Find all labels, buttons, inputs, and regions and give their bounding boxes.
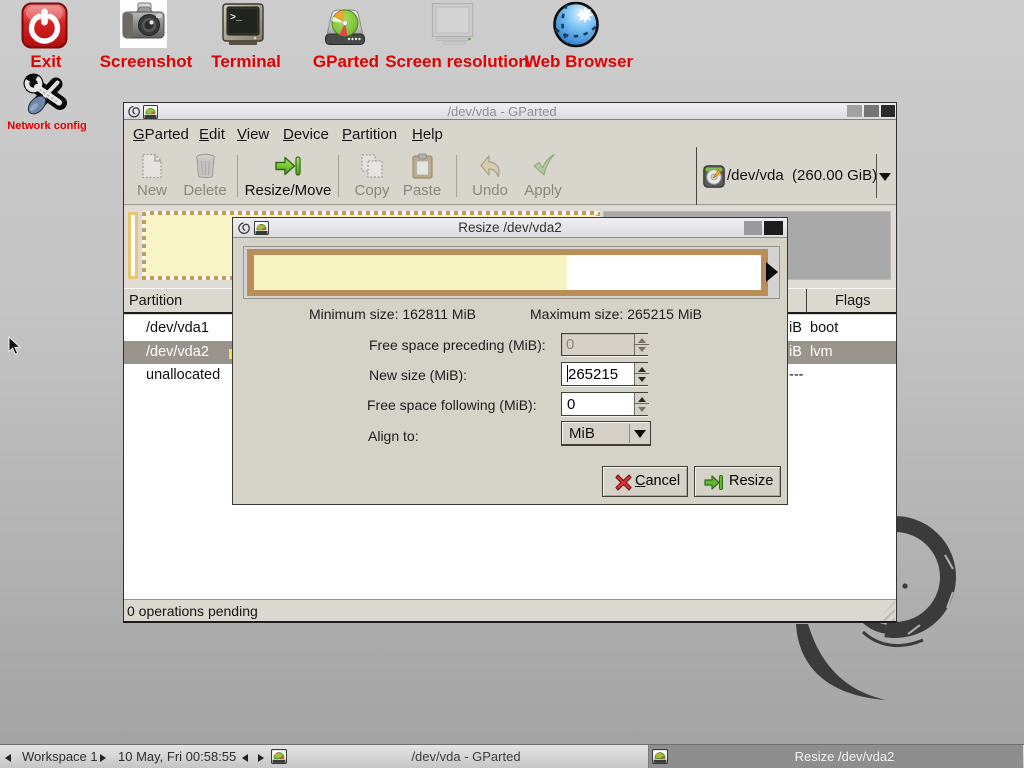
svg-text:>_: >_ [230, 13, 243, 24]
